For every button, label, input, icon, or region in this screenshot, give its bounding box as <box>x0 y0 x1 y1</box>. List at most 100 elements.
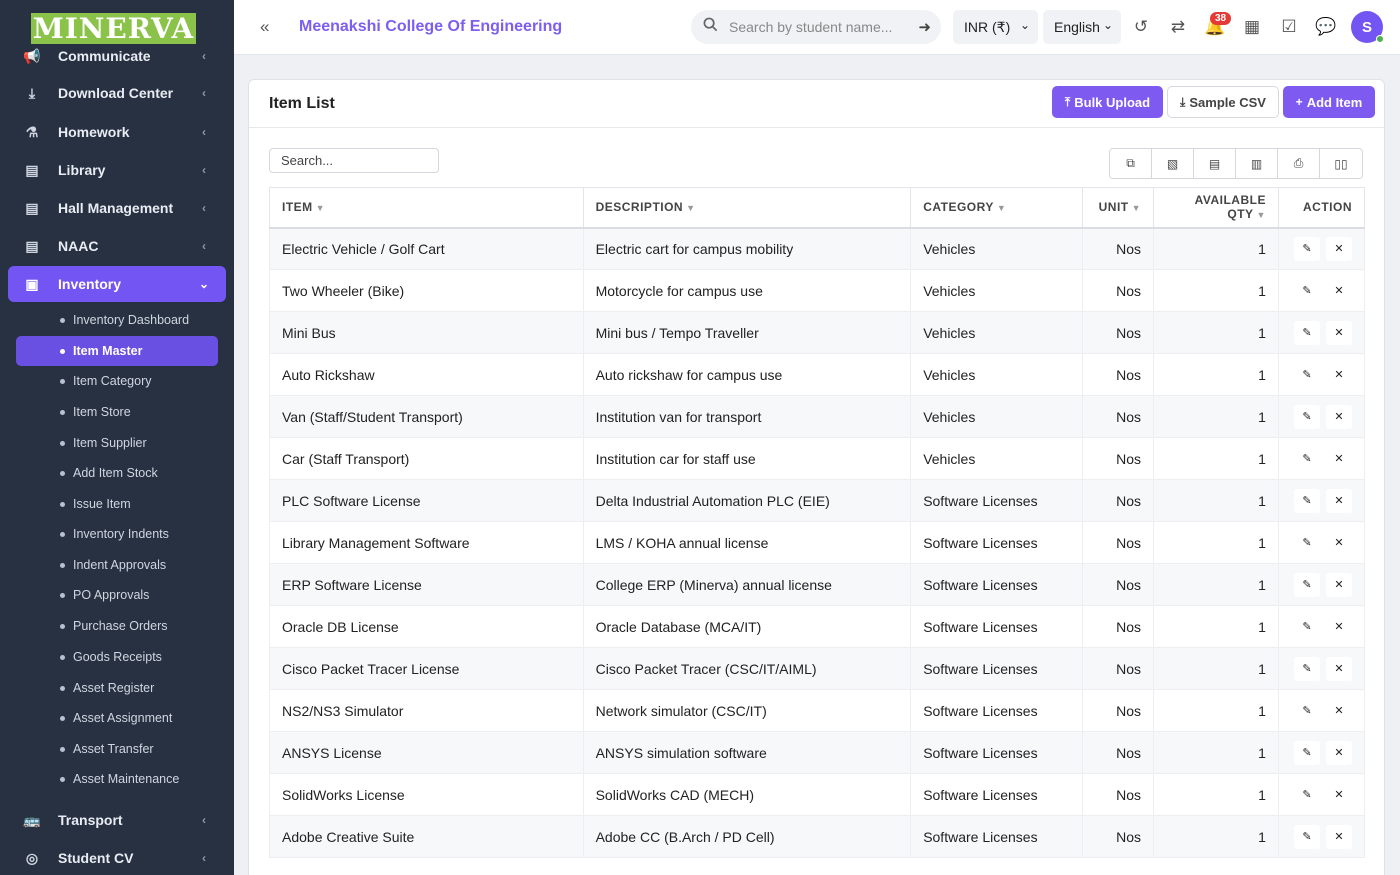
close-icon[interactable]: ✕ <box>1326 404 1352 429</box>
close-icon[interactable]: ✕ <box>1326 698 1352 723</box>
sidebar-sub-asset-transfer[interactable]: Asset Transfer <box>16 734 218 764</box>
edit-icon[interactable]: ✎ <box>1294 236 1320 261</box>
column-header-item[interactable]: ITEM ▼ <box>269 187 584 229</box>
notification-badge: 38 <box>1210 12 1232 25</box>
close-icon[interactable]: ✕ <box>1326 656 1352 681</box>
cell-item: ANSYS License <box>269 731 584 774</box>
calendar-icon[interactable]: ▦ <box>1242 17 1262 37</box>
column-header-available-qty[interactable]: AVAILABLE QTY ▼ <box>1153 187 1279 229</box>
sidebar-sub-indent-approvals[interactable]: Indent Approvals <box>16 550 218 580</box>
sidebar-item-label: Transport <box>58 812 123 828</box>
close-icon[interactable]: ✕ <box>1326 740 1352 765</box>
sidebar-sub-po-approvals[interactable]: PO Approvals <box>16 580 218 610</box>
sidebar-sub-asset-maintenance[interactable]: Asset Maintenance <box>16 764 218 794</box>
sidebar-sub-item-store[interactable]: Item Store <box>16 397 218 427</box>
sample-csv-button[interactable]: ⤓ Sample CSV <box>1167 86 1279 118</box>
close-icon[interactable]: ✕ <box>1326 488 1352 513</box>
column-header-unit[interactable]: UNIT ▼ <box>1082 187 1155 229</box>
add-item-button[interactable]: + Add Item <box>1283 86 1375 118</box>
close-icon[interactable]: ✕ <box>1326 320 1352 345</box>
cell-available-qty: 1 <box>1153 227 1279 270</box>
pdf-icon[interactable]: ▥ <box>1236 149 1278 178</box>
close-icon[interactable]: ✕ <box>1326 782 1352 807</box>
sidebar-item-label: Communicate <box>58 48 151 64</box>
close-icon[interactable]: ✕ <box>1326 236 1352 261</box>
sidebar-sub-goods-receipts[interactable]: Goods Receipts <box>16 642 218 672</box>
column-header-category[interactable]: CATEGORY ▼ <box>910 187 1084 229</box>
copy-icon[interactable]: ⧉ <box>1110 149 1152 178</box>
sidebar-sub-issue-item[interactable]: Issue Item <box>16 489 218 519</box>
close-icon[interactable]: ✕ <box>1326 362 1352 387</box>
sidebar-item-hall-management[interactable]: ▤ Hall Management ‹ <box>8 190 226 226</box>
chevron-left-icon: ‹ <box>202 163 206 177</box>
cell-item: Auto Rickshaw <box>269 353 584 396</box>
collapse-sidebar-icon[interactable]: « <box>260 17 269 37</box>
table-row: NS2/NS3 Simulator Network simulator (CSC/… <box>269 689 1366 732</box>
history-icon[interactable]: ↺ <box>1131 17 1151 37</box>
sidebar-item-download-center[interactable]: ⤓ Download Center ‹ <box>8 75 226 111</box>
sidebar-item-library[interactable]: ▤ Library ‹ <box>8 152 226 188</box>
megaphone-icon: 📢 <box>23 47 41 64</box>
cell-unit: Nos <box>1082 605 1155 648</box>
cell-action: ✎ ✕ <box>1277 647 1366 690</box>
close-icon[interactable]: ✕ <box>1326 614 1352 639</box>
table-row: Cisco Packet Tracer License Cisco Packet … <box>269 647 1366 690</box>
edit-icon[interactable]: ✎ <box>1294 404 1320 429</box>
sidebar-sub-item-master[interactable]: Item Master <box>16 336 218 366</box>
sample-csv-label: Sample CSV <box>1189 94 1266 110</box>
sidebar-item-inventory[interactable]: ▣ Inventory ⌄ <box>8 266 226 302</box>
edit-icon[interactable]: ✎ <box>1294 824 1320 849</box>
edit-icon[interactable]: ✎ <box>1294 614 1320 639</box>
edit-icon[interactable]: ✎ <box>1294 572 1320 597</box>
table-row: ANSYS License ANSYS simulation software So… <box>269 731 1366 774</box>
sidebar-item-homework[interactable]: ⚗ Homework ‹ <box>8 114 226 150</box>
edit-icon[interactable]: ✎ <box>1294 446 1320 471</box>
chat-icon[interactable]: 💬 <box>1315 17 1336 37</box>
task-check-icon[interactable]: ☑ <box>1279 17 1299 37</box>
edit-icon[interactable]: ✎ <box>1294 530 1320 555</box>
edit-icon[interactable]: ✎ <box>1294 362 1320 387</box>
csv-icon[interactable]: ▤ <box>1194 149 1236 178</box>
sidebar-sub-inventory-dashboard[interactable]: Inventory Dashboard <box>16 305 218 335</box>
sub-item-label: Item Supplier <box>73 436 147 450</box>
edit-icon[interactable]: ✎ <box>1294 782 1320 807</box>
avatar[interactable]: S <box>1351 11 1384 43</box>
student-search-input[interactable] <box>729 19 909 35</box>
switch-icon[interactable]: ⇄ <box>1168 17 1188 37</box>
sidebar-item-student-cv[interactable]: ◎ Student CV ‹ <box>8 840 226 875</box>
close-icon[interactable]: ✕ <box>1326 446 1352 471</box>
sidebar-item-transport[interactable]: 🚌 Transport ‹ <box>8 802 226 838</box>
language-select[interactable]: English ⌄ <box>1043 10 1121 44</box>
sidebar-item-naac[interactable]: ▤ NAAC ‹ <box>8 228 226 264</box>
currency-select[interactable]: INR (₹) ⌄ <box>953 10 1038 44</box>
column-header-description[interactable]: DESCRIPTION ▼ <box>582 187 912 229</box>
sidebar-sub-asset-register[interactable]: Asset Register <box>16 673 218 703</box>
minerva-logo[interactable]: MINERVA <box>31 13 196 44</box>
arrow-right-icon[interactable]: ➜ <box>918 18 931 36</box>
edit-icon[interactable]: ✎ <box>1294 320 1320 345</box>
sidebar-sub-asset-assignment[interactable]: Asset Assignment <box>16 703 218 733</box>
export-buttons: ⧉ ▧ ▤ ▥ ⎙ ▯▯ <box>1109 148 1363 179</box>
bulk-upload-button[interactable]: ⤒ Bulk Upload <box>1052 86 1163 118</box>
edit-icon[interactable]: ✎ <box>1294 278 1320 303</box>
edit-icon[interactable]: ✎ <box>1294 740 1320 765</box>
close-icon[interactable]: ✕ <box>1326 572 1352 597</box>
edit-icon[interactable]: ✎ <box>1294 488 1320 513</box>
print-icon[interactable]: ⎙ <box>1278 149 1320 178</box>
columns-icon[interactable]: ▯▯ <box>1320 149 1362 178</box>
close-icon[interactable]: ✕ <box>1326 278 1352 303</box>
sidebar-sub-inventory-indents[interactable]: Inventory Indents <box>16 519 218 549</box>
excel-icon[interactable]: ▧ <box>1152 149 1194 178</box>
sidebar-sub-add-item-stock[interactable]: Add Item Stock <box>16 458 218 488</box>
close-icon[interactable]: ✕ <box>1326 530 1352 555</box>
close-icon[interactable]: ✕ <box>1326 824 1352 849</box>
edit-icon[interactable]: ✎ <box>1294 656 1320 681</box>
sub-item-label: Item Master <box>73 344 143 358</box>
sidebar-sub-item-category[interactable]: Item Category <box>16 366 218 396</box>
sidebar-sub-purchase-orders[interactable]: Purchase Orders <box>16 611 218 641</box>
edit-icon[interactable]: ✎ <box>1294 698 1320 723</box>
college-name: Meenakshi College Of Engineering <box>299 18 563 35</box>
sidebar-sub-item-supplier[interactable]: Item Supplier <box>16 428 218 458</box>
table-search-input[interactable] <box>269 148 439 173</box>
cell-item: Mini Bus <box>269 311 584 354</box>
